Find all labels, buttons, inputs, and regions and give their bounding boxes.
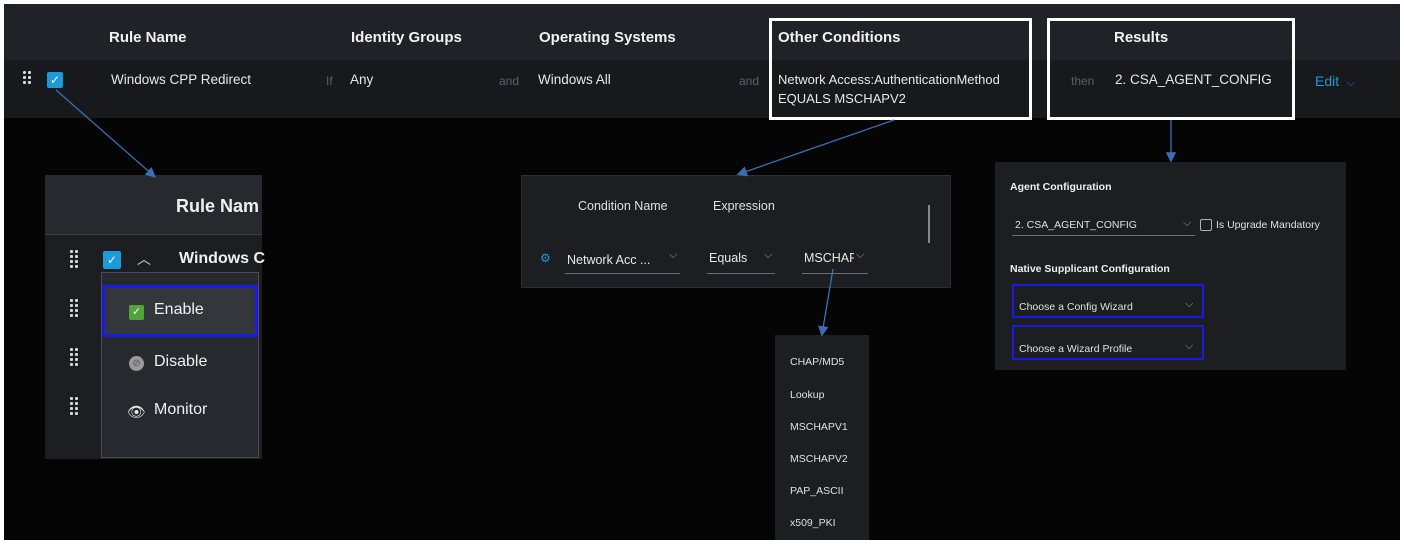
list-item[interactable]: MSCHAPV1 [790, 421, 848, 433]
select-underline [802, 273, 868, 274]
expression-value: MSCHAF [804, 251, 854, 265]
select-underline [1012, 235, 1195, 236]
header-rule-name: Rule Name [109, 29, 187, 46]
menu-item-monitor[interactable]: 👁 Monitor [102, 385, 258, 433]
rule-status-checkbox[interactable]: ✓ [47, 72, 63, 88]
wizard-profile-select[interactable]: Choose a Wizard Profile ⌵ [1012, 325, 1204, 360]
drag-handle-icon[interactable] [69, 249, 80, 269]
edit-label: Edit [1315, 73, 1340, 89]
drag-handle-icon[interactable] [69, 396, 80, 416]
condition-name-value: Network Acc ... [567, 253, 651, 267]
drag-handle-icon[interactable] [69, 347, 80, 367]
drag-handle-icon[interactable] [69, 298, 80, 318]
list-item[interactable]: CHAP/MD5 [790, 356, 844, 368]
chevron-up-icon[interactable]: ︿ [137, 249, 151, 269]
config-wizard-placeholder: Choose a Config Wizard [1019, 301, 1133, 313]
rule-status-zoom-panel: Rule Nam ✓ ︿ Windows C ✓ Enable ⊘ Disabl… [45, 175, 266, 459]
disable-icon: ⊘ [129, 356, 144, 371]
status-dropdown-menu: ✓ Enable ⊘ Disable 👁 Monitor [101, 272, 259, 458]
chevron-down-icon: ⌵ [1185, 340, 1194, 352]
drag-handle-icon[interactable] [22, 70, 32, 86]
and-label-1: and [499, 74, 520, 88]
menu-item-label: Disable [154, 353, 208, 370]
list-item[interactable]: PAP_ASCII [790, 485, 844, 497]
menu-item-disable[interactable]: ⊘ Disable [102, 337, 258, 385]
agent-config-title: Agent Configuration [1010, 181, 1112, 193]
results-zoom-panel: Agent Configuration 2. CSA_AGENT_CONFIG … [995, 162, 1346, 370]
menu-item-label: Enable [154, 301, 204, 318]
operating-system-value[interactable]: Windows All [538, 72, 611, 87]
other-conditions-highlight [769, 18, 1032, 120]
policy-set-screenshot: Rule Name Identity Groups Operating Syst… [4, 4, 1400, 540]
arrow-condition [736, 119, 895, 177]
edit-button[interactable]: Edit ⌵ [1315, 73, 1355, 89]
condition-zoom-panel: Condition Name Expression ⚙ Network Acc … [521, 175, 951, 288]
operator-select[interactable]: Equals [709, 251, 747, 265]
expression-select[interactable]: MSCHAF [804, 251, 854, 265]
agent-config-select[interactable]: 2. CSA_AGENT_CONFIG [1015, 219, 1137, 231]
chevron-down-icon: ⌵ [1185, 298, 1194, 310]
zoom-row-name: Windows C [179, 250, 266, 267]
condition-name-select[interactable]: Network Acc ... [567, 253, 650, 267]
enable-check-icon: ✓ [129, 305, 144, 320]
config-wizard-select[interactable]: Choose a Config Wizard ⌵ [1012, 284, 1204, 318]
scrollbar[interactable] [928, 205, 930, 243]
chevron-down-icon[interactable]: ⌵ [856, 249, 864, 262]
eye-icon: 👁 [127, 404, 147, 421]
chevron-down-icon[interactable]: ⌵ [764, 249, 772, 262]
upgrade-mandatory-label: Is Upgrade Mandatory [1216, 219, 1320, 231]
identity-group-value[interactable]: Any [350, 72, 373, 87]
upgrade-mandatory-checkbox[interactable] [1200, 219, 1212, 231]
condition-name-header: Condition Name [578, 199, 668, 213]
menu-item-label: Monitor [154, 401, 208, 418]
auth-method-list: CHAP/MD5 Lookup MSCHAPV1 MSCHAPV2 PAP_AS… [775, 335, 869, 540]
wizard-profile-placeholder: Choose a Wizard Profile [1019, 343, 1133, 355]
header-operating-systems: Operating Systems [539, 29, 676, 46]
and-label-2: and [739, 74, 760, 88]
chevron-down-icon[interactable]: ⌵ [1183, 217, 1191, 230]
agent-config-value: 2. CSA_AGENT_CONFIG [1015, 219, 1137, 231]
gear-icon[interactable]: ⚙ [540, 251, 551, 265]
header-identity-groups: Identity Groups [351, 29, 462, 46]
select-underline [707, 273, 775, 274]
list-item[interactable]: x509_PKI [790, 517, 836, 529]
zoom-header-rule-name: Rule Nam [176, 196, 260, 216]
list-item[interactable]: Lookup [790, 389, 824, 401]
zoom-header: Rule Nam [45, 175, 262, 235]
select-underline [565, 273, 680, 274]
chevron-down-icon[interactable]: ⌵ [669, 249, 677, 262]
if-label: If [326, 74, 333, 88]
native-supplicant-title: Native Supplicant Configuration [1010, 263, 1170, 275]
operator-value: Equals [709, 251, 748, 265]
rule-name[interactable]: Windows CPP Redirect [111, 72, 251, 87]
chevron-down-icon: ⌵ [1347, 78, 1355, 89]
expression-header: Expression [713, 199, 775, 213]
menu-item-enable[interactable]: ✓ Enable [102, 285, 258, 337]
status-checkbox[interactable]: ✓ [103, 251, 121, 269]
results-highlight [1047, 18, 1295, 120]
list-item[interactable]: MSCHAPV2 [790, 453, 848, 465]
